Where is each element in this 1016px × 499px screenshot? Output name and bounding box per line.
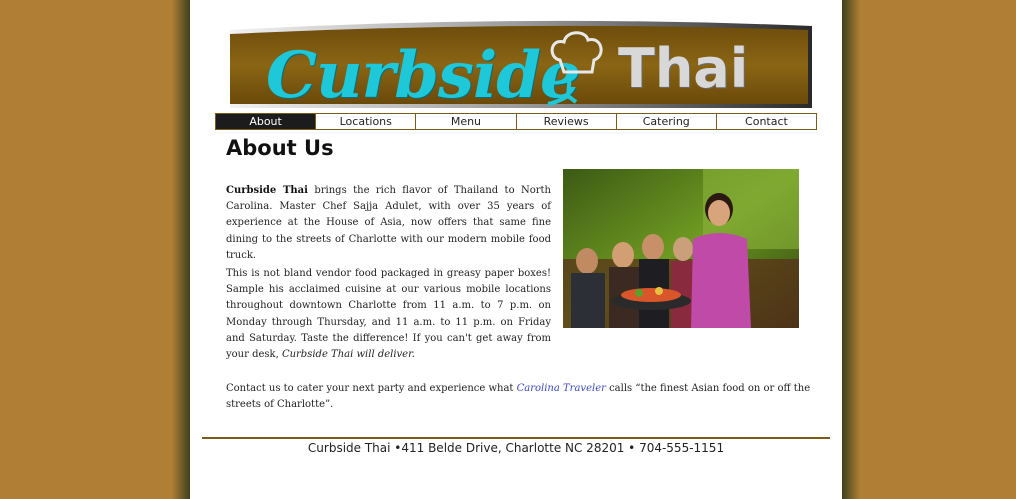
nav-menu[interactable]: Menu	[416, 114, 517, 129]
logo-banner[interactable]: Curbside Thai	[228, 18, 814, 108]
intro-text: brings the rich flavor of Thailand to No…	[226, 185, 551, 261]
footer-divider	[202, 437, 830, 439]
nav-locations[interactable]: Locations	[316, 114, 417, 129]
nav-contact[interactable]: Contact	[716, 114, 817, 129]
hours-text: This is not bland vendor food packaged i…	[226, 268, 551, 361]
delivery-italic-text: Curbside Thai will deliver.	[281, 349, 415, 361]
restaurant-photo-image	[563, 169, 799, 328]
brand-name-script: Curbside	[266, 38, 581, 113]
nav-catering[interactable]: Catering	[616, 114, 717, 129]
brand-bold-text: Curbside Thai	[226, 185, 308, 196]
hours-paragraph: This is not bland vendor food packaged i…	[226, 266, 551, 363]
right-shadow	[842, 0, 860, 499]
brand-name-thai: Thai	[618, 37, 749, 100]
catering-text-pre: Contact us to cater your next party and …	[226, 383, 517, 394]
intro-paragraph: Curbside Thai brings the rich flavor of …	[226, 183, 551, 264]
carolina-traveler-link[interactable]: Carolina Traveler	[517, 383, 606, 394]
page-container: Curbside Thai About Locations Menu Revie…	[190, 0, 842, 499]
left-shadow	[172, 0, 190, 499]
restaurant-photo	[563, 169, 799, 328]
chef-hat-icon	[547, 31, 603, 106]
nav-about[interactable]: About	[216, 114, 317, 129]
nav-reviews[interactable]: Reviews	[516, 114, 617, 129]
catering-paragraph: Contact us to cater your next party and …	[226, 381, 816, 413]
footer-address: Curbside Thai •411 Belde Drive, Charlott…	[307, 441, 725, 455]
main-nav: About Locations Menu Reviews Catering Co…	[215, 113, 817, 130]
page-title: About Us	[226, 136, 334, 160]
